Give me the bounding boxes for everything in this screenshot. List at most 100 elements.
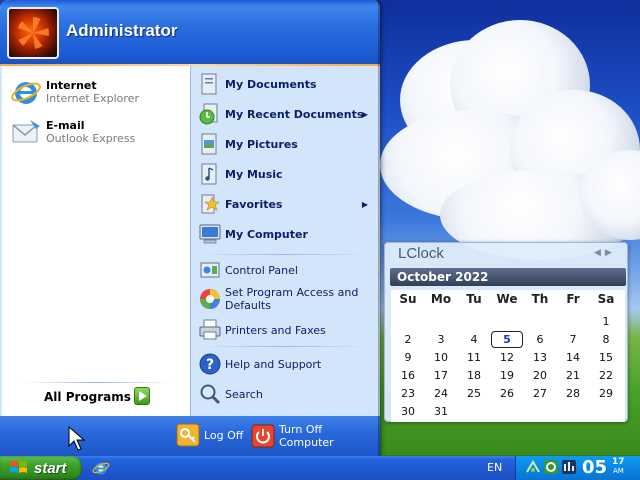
help-icon: ? [198, 352, 222, 376]
calendar-day[interactable]: 8 [591, 333, 621, 346]
favorites-icon [198, 192, 222, 216]
calendar-day[interactable]: 4 [459, 333, 489, 346]
place-label: My Documents [225, 77, 317, 91]
calendar-day[interactable]: 16 [393, 369, 423, 382]
calendar-day[interactable]: 18 [459, 369, 489, 382]
calendar-day[interactable]: 19 [492, 369, 522, 382]
all-programs-label[interactable]: All Programs [44, 390, 131, 404]
logoff-button[interactable]: Log Off [176, 423, 243, 447]
weekday-header: Fr [566, 292, 580, 306]
setting-printers[interactable]: Printers and Faxes [198, 318, 326, 342]
calendar-day[interactable]: 20 [525, 369, 555, 382]
divider [198, 346, 368, 347]
key-icon [176, 423, 200, 447]
place-favorites[interactable]: Favorites ▶ [198, 192, 376, 216]
printers-icon [198, 318, 222, 342]
calendar-day[interactable]: 31 [426, 405, 456, 418]
calendar-day[interactable]: 7 [558, 333, 588, 346]
calendar-day[interactable]: 15 [591, 351, 621, 364]
tray-app-icon[interactable] [561, 459, 577, 475]
clock-minute: 17 [612, 457, 625, 467]
clock-hour: 05 [582, 457, 608, 478]
start-button[interactable]: start [0, 456, 82, 480]
place-label: My Computer [225, 227, 308, 241]
pinned-item-email[interactable]: E-mail Outlook Express [10, 116, 135, 148]
pinned-item-internet[interactable]: Internet Internet Explorer [10, 76, 139, 108]
language-indicator[interactable]: EN [487, 461, 502, 474]
mouse-cursor-icon [68, 426, 86, 451]
calendar-day[interactable]: 29 [591, 387, 621, 400]
place-label: My Music [225, 167, 283, 181]
turn-off-button[interactable]: Turn Off Computer [251, 423, 380, 449]
setting-program-access[interactable]: Set Program Access and Defaults [198, 286, 376, 312]
my-documents-icon [198, 72, 222, 96]
place-label: My Pictures [225, 137, 298, 151]
calendar-day[interactable]: 25 [459, 387, 489, 400]
my-pictures-icon [198, 132, 222, 156]
calendar-month: October 2022 [390, 268, 626, 286]
search-label: Search [225, 387, 263, 401]
pinned-item-title: Internet [46, 79, 97, 92]
calendar-day[interactable]: 12 [492, 351, 522, 364]
network-icon[interactable] [525, 459, 541, 475]
weekday-header: Mo [430, 292, 452, 306]
clock-ampm: AM [613, 467, 624, 475]
user-name: Administrator [66, 21, 178, 40]
pinned-item-subtitle: Internet Explorer [46, 92, 139, 105]
divider [198, 254, 368, 255]
weekday-header: We [496, 292, 518, 306]
calendar-day[interactable]: 11 [459, 351, 489, 364]
svg-text:?: ? [206, 357, 214, 373]
search-icon [198, 382, 222, 406]
calendar-day[interactable]: 27 [525, 387, 555, 400]
calendar-day[interactable]: 23 [393, 387, 423, 400]
place-my-music[interactable]: My Music [198, 162, 283, 186]
menu-shadow [378, 0, 382, 456]
today-highlight [491, 331, 523, 348]
calendar-day[interactable]: 17 [426, 369, 456, 382]
program-access-icon [198, 287, 222, 311]
quicklaunch-ie-icon[interactable] [92, 459, 110, 477]
place-recent-documents[interactable]: My Recent Documents ▶ [198, 102, 376, 126]
pinned-item-subtitle: Outlook Express [46, 132, 136, 145]
place-label: Favorites [225, 197, 283, 211]
calendar-day[interactable]: 30 [393, 405, 423, 418]
calendar-day[interactable]: 14 [558, 351, 588, 364]
calendar-day[interactable]: 24 [426, 387, 456, 400]
submenu-arrow-icon: ▶ [361, 109, 368, 119]
my-music-icon [198, 162, 222, 186]
calendar-day[interactable]: 22 [591, 369, 621, 382]
calendar-day[interactable]: 3 [426, 333, 456, 346]
place-my-computer[interactable]: My Computer [198, 222, 308, 246]
help-and-support[interactable]: ? Help and Support [198, 352, 321, 376]
place-my-documents[interactable]: My Documents [198, 72, 317, 96]
windows-logo-icon [10, 461, 27, 473]
calendar-day[interactable]: 10 [426, 351, 456, 364]
setting-label: Printers and Faxes [225, 323, 326, 337]
recent-documents-icon [198, 102, 222, 126]
outlook-express-icon [10, 116, 42, 148]
calendar-day[interactable]: 2 [393, 333, 423, 346]
calendar-day[interactable]: 6 [525, 333, 555, 346]
setting-label: Control Panel [225, 263, 298, 277]
all-programs-arrow-icon[interactable] [134, 387, 150, 405]
control-panel-icon [198, 258, 222, 282]
search[interactable]: Search [198, 382, 263, 406]
lclock-nav-arrows-icon[interactable]: ◀▶ [594, 248, 616, 258]
my-computer-icon [198, 222, 222, 246]
internet-explorer-icon [10, 76, 42, 108]
tray-clock[interactable]: 05 17 AM [582, 457, 625, 478]
calendar-day[interactable]: 21 [558, 369, 588, 382]
calendar-day[interactable]: 13 [525, 351, 555, 364]
setting-label: Set Program Access and Defaults [225, 286, 359, 312]
security-shield-icon[interactable] [543, 459, 559, 475]
calendar-day[interactable]: 28 [558, 387, 588, 400]
weekday-header: Sa [597, 292, 615, 306]
lclock-title: LClock [398, 245, 444, 262]
calendar-day[interactable]: 1 [591, 315, 621, 328]
calendar-day[interactable]: 9 [393, 351, 423, 364]
user-avatar[interactable] [7, 7, 59, 59]
calendar-day[interactable]: 26 [492, 387, 522, 400]
place-my-pictures[interactable]: My Pictures [198, 132, 298, 156]
setting-control-panel[interactable]: Control Panel [198, 258, 298, 282]
